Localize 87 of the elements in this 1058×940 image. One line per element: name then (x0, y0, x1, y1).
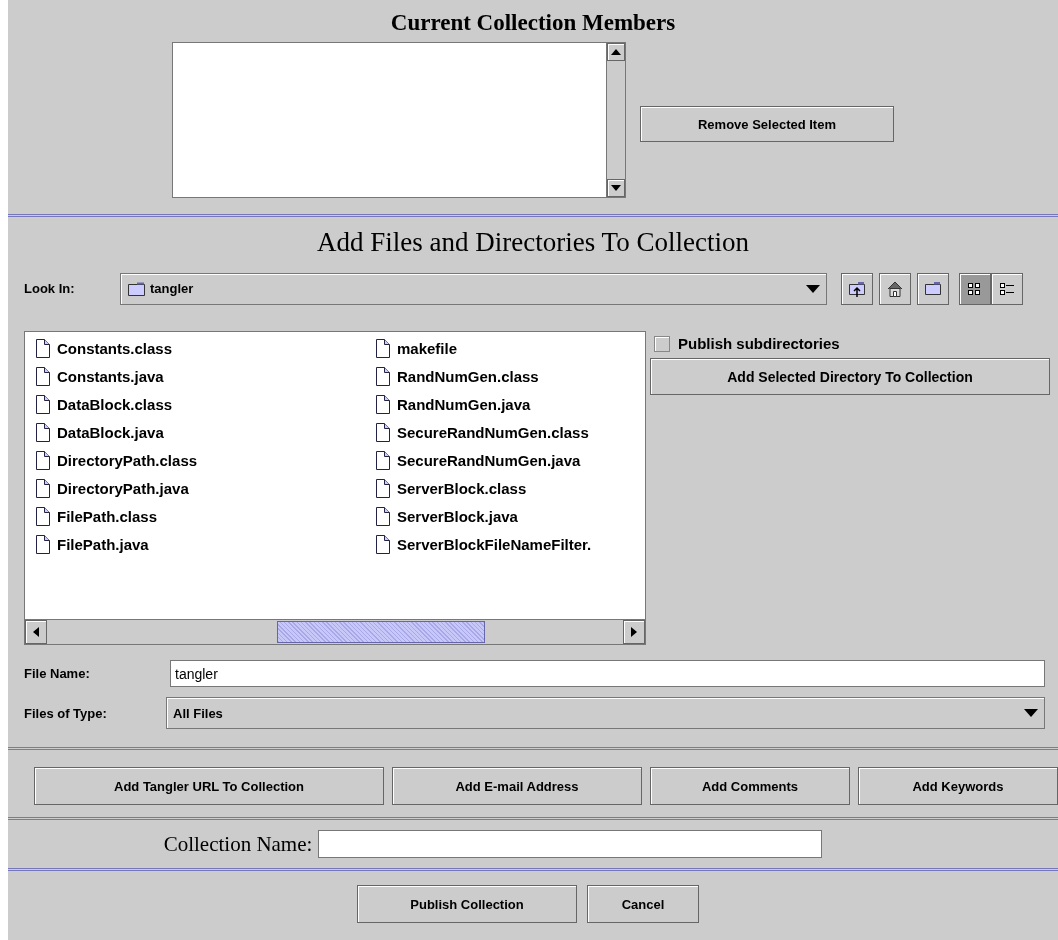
file-icon (35, 477, 51, 499)
file-name: Constants.java (57, 367, 164, 385)
file-item[interactable]: ServerBlock.java (375, 502, 645, 530)
up-folder-button[interactable] (841, 272, 873, 305)
file-name: RandNumGen.class (397, 367, 539, 385)
file-name: RandNumGen.java (397, 395, 531, 413)
file-name: Constants.class (57, 339, 173, 357)
action-button[interactable]: Add Keywords (858, 767, 1058, 805)
dialog-button[interactable]: Cancel (587, 885, 699, 923)
caret-icon (1024, 709, 1038, 717)
file-name: DirectoryPath.java (57, 479, 189, 497)
file-icon (375, 449, 391, 471)
file-name: FilePath.class (57, 507, 158, 525)
file-item[interactable]: FilePath.class (35, 502, 375, 530)
home-button[interactable] (879, 272, 911, 305)
action-button[interactable]: Add Tangler URL To Collection (34, 767, 384, 805)
file-name: SecureRandNumGen.class (397, 423, 589, 441)
file-item[interactable]: RandNumGen.java (375, 390, 645, 418)
file-item[interactable]: DataBlock.java (35, 418, 375, 446)
file-item[interactable]: ServerBlockFileNameFilter. (375, 530, 645, 558)
file-icon (35, 449, 51, 471)
file-item[interactable]: ServerBlock.class (375, 474, 645, 502)
file-icon (35, 421, 51, 443)
file-icon (35, 337, 51, 359)
file-icon (35, 505, 51, 527)
field-label: Files of Type: (24, 705, 108, 721)
checkbox-label: Publish subdirectories (678, 335, 840, 352)
dialog-button[interactable]: Publish Collection (357, 885, 577, 923)
field-label: Collection Name: (163, 831, 313, 857)
file-name: DataBlock.class (57, 395, 173, 413)
details-view-button[interactable] (991, 272, 1023, 305)
file-icon (375, 365, 391, 387)
file-icon (375, 533, 391, 555)
section-title: Add Files and Directories To Collection (316, 226, 750, 259)
up-arrow-icon (610, 47, 622, 57)
file-item[interactable]: Constants.java (35, 362, 375, 390)
file-item[interactable]: Constants.class (35, 334, 375, 362)
scroll-thumb[interactable] (277, 621, 485, 643)
checkbox[interactable] (654, 335, 670, 352)
file-item[interactable]: RandNumGen.class (375, 362, 645, 390)
file-icon (375, 393, 391, 415)
file-icon (375, 337, 391, 359)
horizontal-scrollbar[interactable] (25, 619, 645, 644)
vertical-scrollbar[interactable] (606, 43, 625, 197)
left-arrow-icon (31, 626, 41, 638)
file-icon (375, 477, 391, 499)
field-label: Look In: (24, 281, 76, 296)
file-icon (35, 393, 51, 415)
file-type-dropdown[interactable]: All Files (166, 697, 1045, 729)
file-name: ServerBlock.java (397, 507, 518, 525)
file-name-field[interactable]: tangler (170, 660, 1045, 687)
field-label: File Name: (24, 666, 91, 681)
action-button[interactable]: Add Comments (650, 767, 850, 805)
file-name: FilePath.java (57, 535, 149, 553)
look-in-dropdown[interactable]: tangler (120, 272, 827, 305)
remove-button[interactable]: Remove Selected Item (640, 106, 894, 142)
members-list[interactable] (172, 42, 626, 198)
file-name: DataBlock.java (57, 423, 164, 441)
right-arrow-icon (629, 626, 639, 638)
file-item[interactable]: DataBlock.class (35, 390, 375, 418)
file-icon (35, 533, 51, 555)
caret-icon (806, 284, 820, 293)
file-name: ServerBlockFileNameFilter. (397, 535, 592, 553)
file-icon (375, 505, 391, 527)
new-folder-button[interactable] (917, 272, 949, 305)
file-item[interactable]: SecureRandNumGen.class (375, 418, 645, 446)
dropdown-value: All Files (173, 705, 224, 721)
collection-name-field[interactable] (318, 830, 823, 858)
dropdown-value: tangler (150, 281, 194, 296)
file-name: SecureRandNumGen.java (397, 451, 581, 469)
file-name: makefile (397, 339, 458, 357)
file-icon (375, 421, 391, 443)
file-name: ServerBlock.class (397, 479, 527, 497)
action-button[interactable]: Add E-mail Address (392, 767, 642, 805)
folder-icon (127, 280, 146, 297)
file-icon (35, 365, 51, 387)
file-item[interactable]: FilePath.java (35, 530, 375, 558)
list-view-button[interactable] (959, 272, 991, 305)
file-name: DirectoryPath.class (57, 451, 198, 469)
file-list[interactable] (24, 331, 646, 645)
section-title: Current Collection Members (389, 9, 677, 37)
file-item[interactable]: makefile (375, 334, 645, 362)
down-arrow-icon (610, 183, 622, 193)
file-item[interactable]: DirectoryPath.class (35, 446, 375, 474)
add-directory-button[interactable]: Add Selected Directory To Collection (650, 358, 1050, 395)
file-item[interactable]: DirectoryPath.java (35, 474, 375, 502)
file-item[interactable]: SecureRandNumGen.java (375, 446, 645, 474)
